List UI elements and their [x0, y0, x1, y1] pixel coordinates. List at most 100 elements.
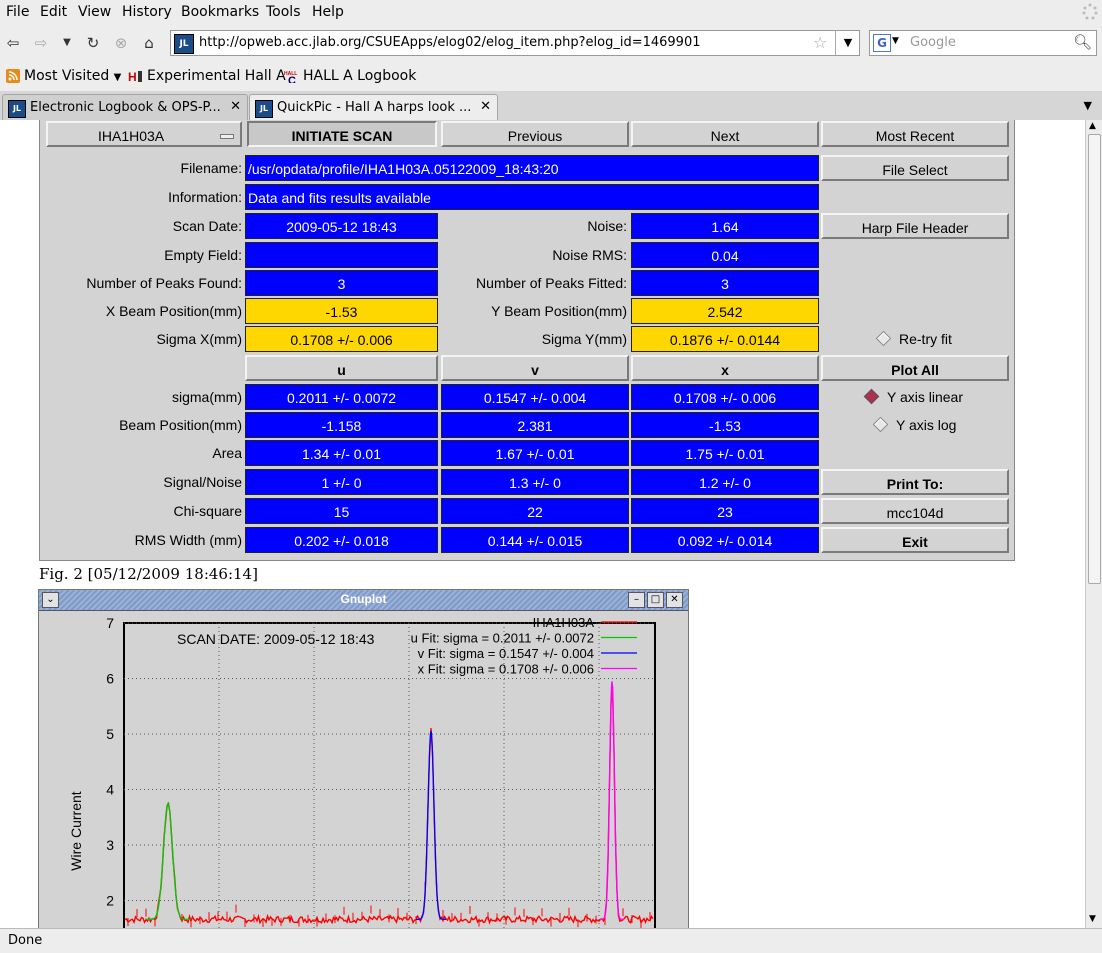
bookmark-hall-a-logbook[interactable]: HALL A Logbook	[303, 68, 416, 84]
noise-value: 1.64	[631, 213, 819, 239]
url-text[interactable]: http://opweb.acc.jlab.org/CSUEApps/elog0…	[199, 35, 701, 50]
tab-label: Electronic Logbook & OPS-P...	[30, 100, 221, 115]
empty-field-label: Empty Field:	[164, 247, 242, 263]
menu-bookmarks[interactable]: Bookmarks	[181, 4, 259, 20]
vertical-scrollbar[interactable]: ▲ ▼	[1085, 120, 1102, 928]
y-axis-log-radio[interactable]: Y axis log	[872, 416, 956, 433]
menu-file[interactable]: File	[6, 4, 29, 20]
harp-scan-panel: IHA1H03A INITIATE SCAN Previous Next Mos…	[39, 120, 1015, 561]
previous-button[interactable]: Previous	[441, 121, 629, 147]
column-header-x[interactable]: x	[631, 355, 819, 381]
stop-icon[interactable]: ⊗	[112, 34, 130, 52]
next-button[interactable]: Next	[631, 121, 819, 147]
bookmark-most-visited[interactable]: Most Visited ▼	[24, 68, 121, 84]
menu-help[interactable]: Help	[312, 4, 344, 20]
menu-bar: File Edit View History Bookmarks Tools H…	[0, 0, 1102, 25]
signal-noise-x-value: 1.2 +/- 0	[631, 469, 819, 495]
rms-width-u-value: 0.202 +/- 0.018	[245, 527, 438, 553]
radio-on-icon	[863, 388, 880, 405]
menu-history[interactable]: History	[122, 4, 172, 20]
back-arrow-icon[interactable]: ⇦	[4, 34, 22, 52]
menu-tools[interactable]: Tools	[266, 4, 301, 20]
bookmark-experimental-hall-a[interactable]: Experimental Hall A	[147, 68, 286, 84]
status-bar: Done	[0, 928, 1102, 953]
signal-noise-u-value: 1 +/- 0	[245, 469, 438, 495]
most-recent-button[interactable]: Most Recent	[821, 121, 1009, 147]
navigation-toolbar: ⇦ ⇨ ▼ ↻ ⊗ ⌂ JL http://opweb.acc.jlab.org…	[0, 25, 1102, 61]
url-bar[interactable]: JL http://opweb.acc.jlab.org/CSUEApps/el…	[170, 30, 860, 56]
y-tick-label: 7	[106, 615, 114, 631]
y-axis-linear-radio[interactable]: Y axis linear	[863, 388, 963, 405]
scan-date-label: Scan Date:	[172, 218, 242, 234]
legend-label: IHA1H03A	[533, 615, 595, 630]
engine-dropdown-icon[interactable]: ▼	[892, 36, 899, 46]
gnuplot-titlebar[interactable]: ⌄ Gnuplot – □ ✕	[39, 590, 688, 611]
beam-position-label: Beam Position(mm)	[119, 417, 242, 433]
retry-fit-radio[interactable]: Re-try fit	[875, 330, 952, 347]
rms-width-label: RMS Width (mm)	[134, 532, 242, 548]
tab-quickpic[interactable]: JL QuickPic - Hall A harps look ... ✕	[249, 94, 498, 120]
tab-electronic-logbook[interactable]: JL Electronic Logbook & OPS-P... ✕	[2, 94, 248, 120]
close-icon[interactable]: ✕	[480, 99, 491, 114]
home-icon[interactable]: ⌂	[140, 34, 158, 52]
legend-label: v Fit: sigma = 0.1547 +/- 0.004	[418, 646, 594, 661]
beam-position-u-value: -1.158	[245, 412, 438, 438]
menu-view[interactable]: View	[78, 4, 111, 20]
printer-field[interactable]: mcc104d	[821, 498, 1009, 524]
noise-label: Noise:	[587, 218, 627, 234]
maximize-icon[interactable]: □	[647, 592, 664, 608]
scrollbar-thumb[interactable]	[1088, 134, 1101, 584]
column-header-u[interactable]: u	[245, 355, 438, 381]
noise-rms-label: Noise RMS:	[552, 247, 627, 263]
y-tick-label: 2	[106, 893, 114, 909]
search-icon[interactable]: 🔍︎	[1073, 33, 1092, 51]
noise-rms-value: 0.04	[631, 242, 819, 268]
bookmark-star-icon[interactable]: ☆	[813, 33, 827, 52]
peaks-found-value: 3	[245, 270, 438, 296]
url-dropdown-icon[interactable]: ▼	[835, 31, 860, 55]
print-to-button[interactable]: Print To:	[821, 469, 1009, 495]
chi-square-label: Chi-square	[173, 503, 242, 519]
gnuplot-title: Gnuplot	[340, 592, 387, 606]
reload-icon[interactable]: ↻	[84, 34, 102, 52]
information-value: Data and fits results available	[245, 184, 819, 210]
plot-all-button[interactable]: Plot All	[821, 355, 1009, 381]
close-icon[interactable]: ✕	[230, 99, 241, 114]
exit-button[interactable]: Exit	[821, 527, 1009, 553]
minimize-icon[interactable]: –	[628, 592, 645, 608]
sigma-y-value: 0.1876 +/- 0.0144	[631, 326, 819, 352]
initiate-scan-button[interactable]: INITIATE SCAN	[247, 121, 437, 147]
scroll-down-icon[interactable]: ▼	[1089, 914, 1096, 924]
harp-file-header-button[interactable]: Harp File Header	[821, 213, 1009, 239]
page-content: IHA1H03A INITIATE SCAN Previous Next Mos…	[0, 120, 1086, 928]
sigma-v-value: 0.1547 +/- 0.004	[441, 384, 629, 410]
sigma-y-label: Sigma Y(mm)	[541, 331, 627, 347]
close-icon[interactable]: ✕	[666, 592, 683, 608]
forward-arrow-icon[interactable]: ⇨	[32, 34, 50, 52]
sigma-u-value: 0.2011 +/- 0.0072	[245, 384, 438, 410]
file-select-button[interactable]: File Select	[821, 155, 1009, 181]
search-input[interactable]: Google	[910, 35, 956, 50]
tab-label: QuickPic - Hall A harps look ...	[277, 100, 472, 115]
harp-selector[interactable]: IHA1H03A	[46, 121, 242, 147]
sigma-x-label: Sigma X(mm)	[156, 331, 242, 347]
scroll-up-icon[interactable]: ▲	[1089, 121, 1096, 131]
rms-width-x-value: 0.092 +/- 0.014	[631, 527, 819, 553]
bookmarks-toolbar: Most Visited ▼ H Experimental Hall A HAL…	[0, 61, 1102, 91]
rms-width-v-value: 0.144 +/- 0.015	[441, 527, 629, 553]
sigma-mm-label: sigma(mm)	[172, 389, 242, 405]
y-tick-label: 5	[106, 726, 114, 742]
history-dropdown-icon[interactable]: ▼	[58, 34, 76, 52]
scan-date-annotation: SCAN DATE: 2009-05-12 18:43	[177, 631, 375, 647]
jlab-icon: JL	[8, 100, 26, 118]
menu-edit[interactable]: Edit	[40, 4, 67, 20]
column-header-v[interactable]: v	[441, 355, 629, 381]
radio-off-icon	[875, 330, 892, 347]
signal-noise-label: Signal/Noise	[163, 474, 242, 490]
svg-text:C: C	[288, 75, 296, 83]
x-beam-position-value: -1.53	[245, 298, 438, 324]
search-bar[interactable]: G ▼ Google 🔍︎	[869, 30, 1097, 56]
tab-list-icon[interactable]: ▼	[1084, 99, 1092, 112]
signal-noise-v-value: 1.3 +/- 0	[441, 469, 629, 495]
google-engine-icon[interactable]: G	[873, 34, 891, 52]
